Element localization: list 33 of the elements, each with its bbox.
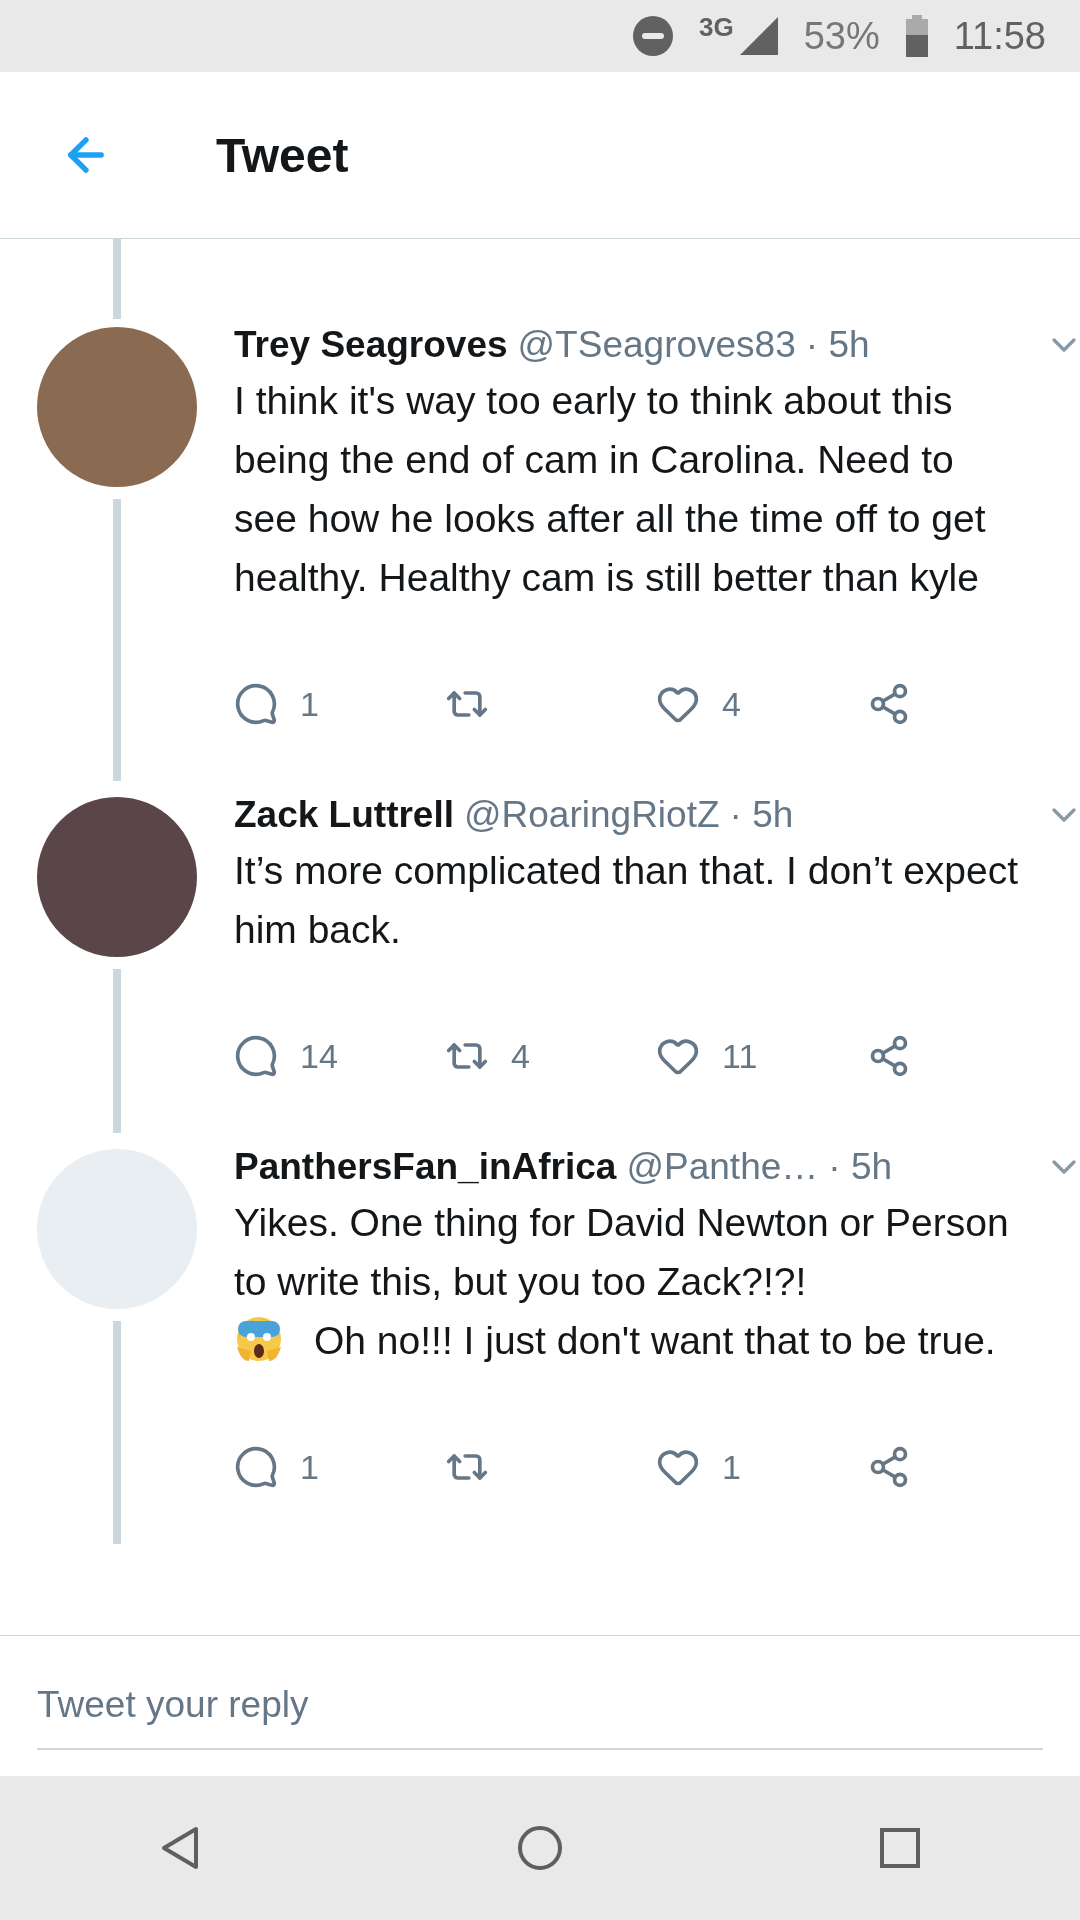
back-triangle-icon[interactable] <box>160 1826 200 1870</box>
tweet-time: · 5h <box>805 324 870 366</box>
user-name: Trey Seagroves <box>234 324 508 366</box>
do-not-disturb-icon <box>632 16 673 56</box>
tweet-time: · 5h <box>828 1146 893 1188</box>
tweet-text: Oh no!!! I just don't want that to be true. <box>314 1318 996 1364</box>
reply-count: 1 <box>300 684 319 724</box>
network-type: 3G <box>698 12 734 43</box>
page-title: Tweet <box>216 127 349 183</box>
user-handle: @RoaringRiotZ <box>464 794 720 836</box>
tweet-text: It’s more complicated than that. I don’t expect him back. <box>234 848 1020 953</box>
reply-button[interactable] <box>234 1034 278 1078</box>
retweet-count: 4 <box>511 1036 530 1076</box>
battery-percent: 53% <box>803 14 880 58</box>
clock-time: 11:58 <box>953 14 1046 58</box>
reply-count: 14 <box>300 1036 338 1076</box>
user-name: PanthersFan_inAfrica <box>234 1146 617 1188</box>
reply-button[interactable] <box>234 682 278 726</box>
battery-icon <box>905 15 928 57</box>
home-circle-icon[interactable] <box>517 1825 563 1871</box>
tweet-text: Yikes. One thing for David Newton or Person to write this, but you too Zack?!?! <box>234 1200 1010 1305</box>
tweet-text: I think it's way too early to think about this being the end of cam in Carolina. Need to see how he looks after all the time off to get healthy. Healthy cam is still better than kyle <box>234 378 987 601</box>
user-name: Zack Luttrell <box>234 794 454 836</box>
tweet-time: · 5h <box>729 794 794 836</box>
user-handle: @Panthe… <box>626 1146 819 1188</box>
signal-icon <box>739 17 778 55</box>
reply-count: 1 <box>300 1447 319 1487</box>
reply-button[interactable] <box>234 1445 278 1489</box>
recents-square-icon[interactable] <box>880 1828 920 1868</box>
like-count: 4 <box>722 684 741 724</box>
user-handle: @TSeagroves83 <box>517 324 796 366</box>
like-count: 1 <box>722 1447 741 1487</box>
like-count: 11 <box>722 1036 758 1076</box>
